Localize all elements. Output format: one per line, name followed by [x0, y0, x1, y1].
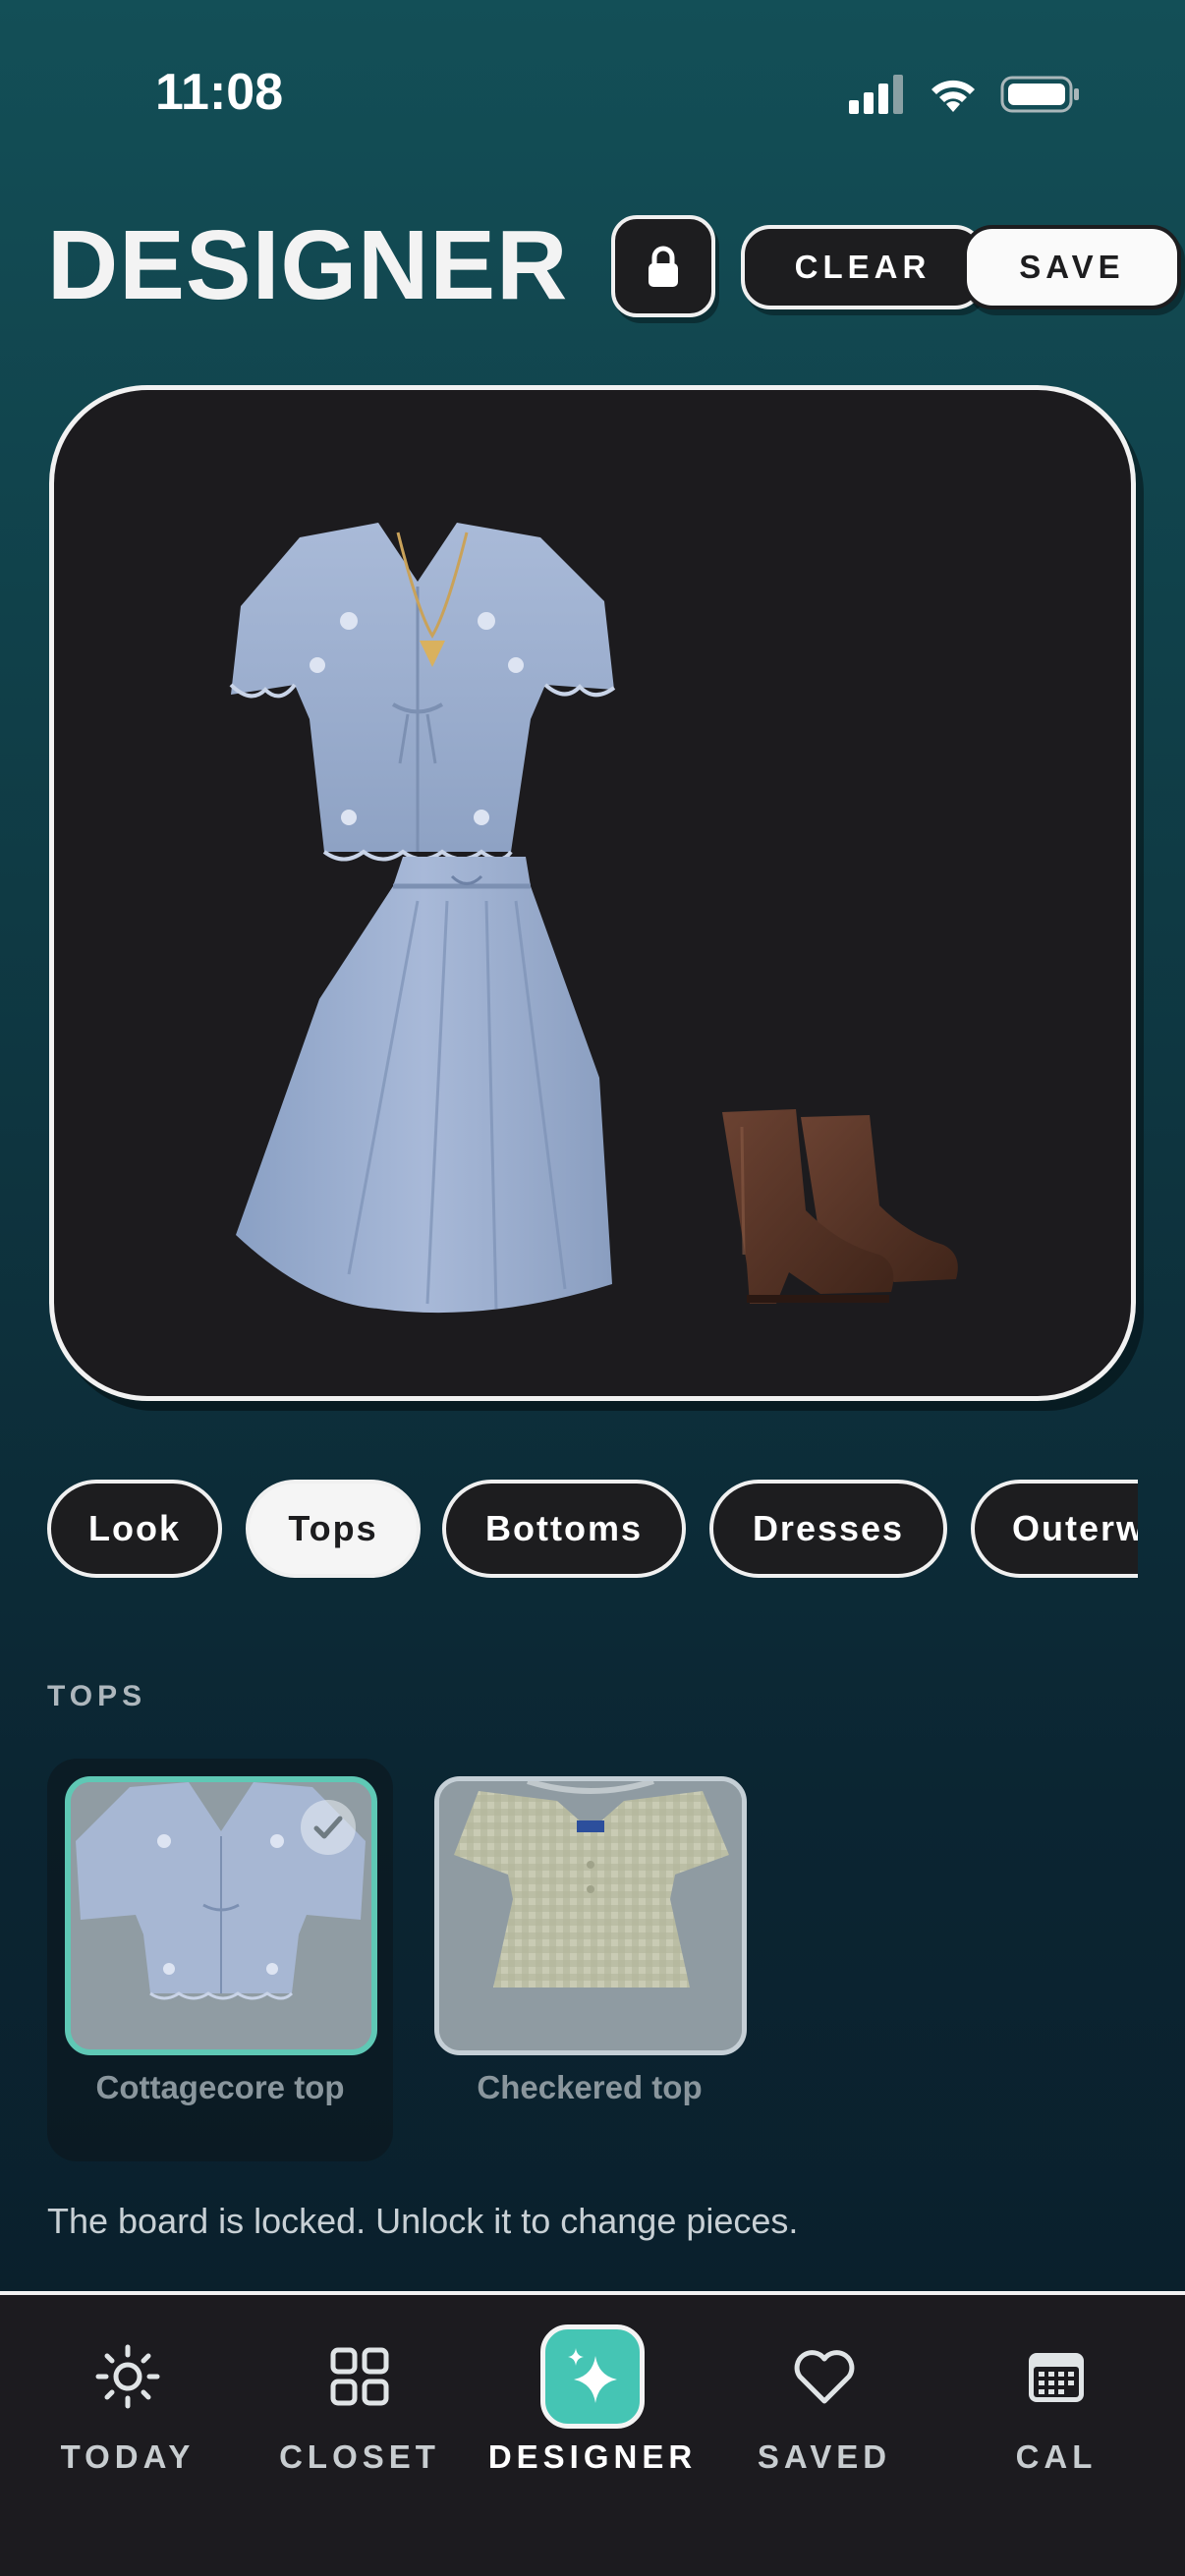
status-icons [849, 75, 1081, 114]
signal-icon [849, 75, 903, 114]
status-bar: 11:08 [0, 0, 1185, 196]
board-canvas [229, 523, 958, 1314]
tab-dresses[interactable]: Dresses [709, 1480, 947, 1578]
page-title: DESIGNER [47, 210, 569, 320]
calendar-icon [1004, 2324, 1108, 2429]
lock-button[interactable] [611, 215, 715, 317]
grid-icon [308, 2324, 412, 2429]
nav-today[interactable]: TODAY [10, 2295, 246, 2541]
nav-designer[interactable]: DESIGNER [475, 2295, 710, 2541]
item-label: Checkered top [477, 2069, 703, 2105]
clear-button[interactable]: CLEAR [741, 225, 985, 309]
wifi-icon [931, 80, 975, 112]
tab-tops[interactable]: Tops [246, 1480, 421, 1578]
lock-notice: The board is locked. Unlock it to change… [47, 2201, 799, 2241]
heart-icon [772, 2324, 876, 2429]
header: DESIGNER CLEAR SAVE [47, 210, 1181, 320]
blouse-item[interactable] [229, 523, 616, 862]
item-thumbnail[interactable] [65, 1776, 377, 2055]
boots-item[interactable] [722, 1109, 958, 1304]
nav-closet[interactable]: CLOSET [242, 2295, 478, 2541]
checkmark-icon [301, 1800, 356, 1855]
section-label: TOPS [47, 1680, 147, 1712]
item-thumbnail[interactable] [434, 1776, 747, 2055]
item-tile[interactable]: Checkered top [417, 1759, 762, 2161]
checkered-top-image [439, 1781, 742, 2050]
tab-bottoms[interactable]: Bottoms [442, 1480, 686, 1578]
lock-icon [649, 246, 678, 287]
battery-icon [1000, 76, 1079, 113]
nav-saved[interactable]: SAVED [706, 2295, 942, 2541]
outfit-board[interactable] [49, 385, 1136, 1401]
nav-label: CLOSET [279, 2438, 440, 2475]
skirt-item[interactable] [236, 857, 612, 1314]
tab-outerwear[interactable]: Outerwear [971, 1480, 1138, 1578]
status-time: 11:08 [155, 64, 284, 121]
nav-label: TODAY [60, 2438, 196, 2475]
nav-label: SAVED [757, 2438, 892, 2475]
sparkle-icon [540, 2324, 645, 2429]
nav-label: CAL [1015, 2438, 1098, 2475]
item-tile[interactable]: Cottagecore top [47, 1759, 393, 2161]
save-button[interactable]: SAVE [963, 225, 1181, 309]
sun-icon [76, 2324, 180, 2429]
nav-calendar[interactable]: CAL [938, 2295, 1174, 2541]
category-tabs: Look Tops Bottoms Dresses Outerwear [47, 1480, 1138, 1582]
tab-look[interactable]: Look [47, 1480, 222, 1578]
bottom-nav: TODAY CLOSET DESIGNER SAVED CAL [0, 2291, 1185, 2576]
nav-label: DESIGNER [487, 2438, 698, 2475]
item-label: Cottagecore top [95, 2069, 345, 2105]
